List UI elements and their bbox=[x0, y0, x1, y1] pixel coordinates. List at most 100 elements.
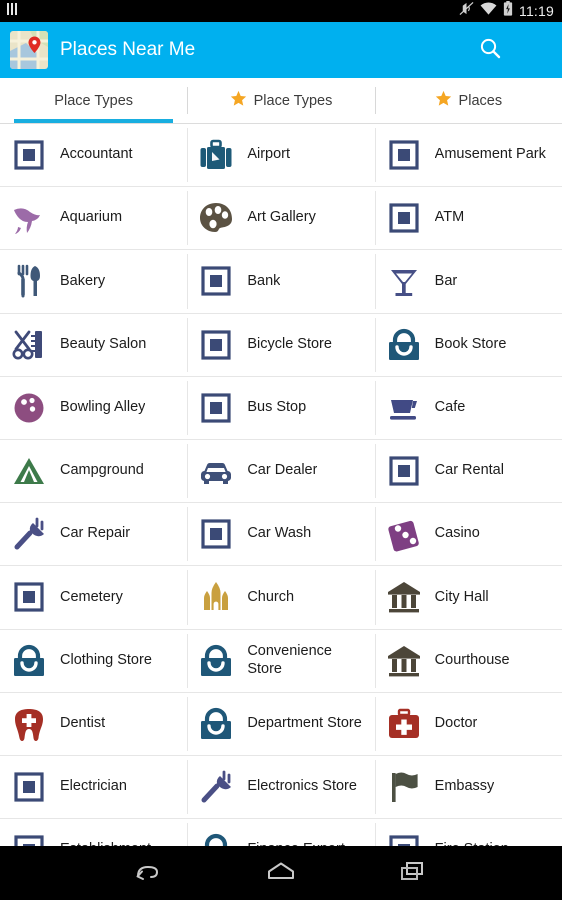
tab-favorite-place-types[interactable]: Place Types bbox=[187, 78, 374, 123]
generic-square-icon bbox=[195, 387, 237, 429]
place-type-cell[interactable]: Bank bbox=[187, 250, 374, 312]
shopping-bag-icon bbox=[383, 324, 425, 366]
place-type-label: Airport bbox=[247, 146, 291, 163]
tab-bar: Place Types Place Types Places bbox=[0, 78, 562, 124]
status-bar-right: 11:19 bbox=[459, 1, 554, 21]
shopping-bag-icon bbox=[195, 703, 237, 745]
place-type-row: Clothing Store Convenience Store Courthous… bbox=[0, 630, 562, 693]
classical-building-icon bbox=[383, 640, 425, 682]
tab-favorite-places[interactable]: Places bbox=[374, 78, 562, 123]
tab-label: Place Types bbox=[253, 92, 333, 109]
back-arrow-icon bbox=[132, 859, 166, 888]
place-type-cell[interactable]: ATM bbox=[374, 187, 562, 249]
place-type-cell[interactable]: Doctor bbox=[374, 693, 562, 755]
search-icon bbox=[478, 36, 502, 65]
place-type-cell[interactable]: Church bbox=[187, 566, 374, 628]
place-type-cell[interactable]: Beauty Salon bbox=[0, 314, 187, 376]
place-type-cell[interactable]: Aquarium bbox=[0, 187, 187, 249]
place-types-grid[interactable]: Accountant Airport Amusement Park Aquarium A… bbox=[0, 124, 562, 846]
place-type-cell[interactable]: Casino bbox=[374, 503, 562, 565]
generic-square-icon bbox=[383, 197, 425, 239]
place-type-label: Bakery bbox=[60, 272, 106, 289]
power-plug-icon bbox=[195, 766, 237, 808]
place-type-row: Electrician Electronics Store Embassy bbox=[0, 756, 562, 820]
place-type-label: Electrician bbox=[60, 778, 127, 795]
tab-label: Places bbox=[458, 92, 503, 109]
place-type-label: Courthouse bbox=[434, 651, 510, 668]
place-type-label: Bus Stop bbox=[247, 399, 307, 415]
place-type-cell[interactable]: Car Dealer bbox=[187, 440, 374, 502]
place-type-label: Car Dealer bbox=[247, 462, 318, 479]
place-type-label: Embassy bbox=[434, 778, 495, 795]
place-type-label: Campground bbox=[60, 462, 144, 479]
page-title: Places Near Me bbox=[60, 39, 196, 60]
star-icon bbox=[230, 90, 247, 111]
palette-icon bbox=[195, 197, 237, 239]
place-type-cell[interactable]: Bar bbox=[374, 250, 562, 312]
place-type-label: Aquarium bbox=[60, 209, 123, 226]
place-type-row: Aquarium Art Gallery ATM bbox=[0, 187, 562, 251]
place-type-label: Book Store bbox=[434, 335, 507, 352]
place-type-row: Bowling Alley Bus Stop Cafe bbox=[0, 377, 562, 440]
place-type-cell[interactable]: Department Store bbox=[187, 693, 374, 755]
place-type-cell[interactable]: Art Gallery bbox=[187, 187, 374, 249]
place-type-cell[interactable]: Fire Station bbox=[374, 819, 562, 846]
back-button[interactable] bbox=[126, 853, 172, 893]
place-type-label: Car Rental bbox=[434, 462, 504, 479]
place-type-label: Dentist bbox=[60, 714, 106, 731]
place-type-cell[interactable]: Cemetery bbox=[0, 566, 187, 628]
church-icon bbox=[195, 576, 237, 618]
generic-square-icon bbox=[195, 260, 237, 302]
status-bar-clock: 11:19 bbox=[519, 3, 554, 19]
app-bar: Places Near Me bbox=[0, 22, 562, 78]
place-type-cell[interactable]: Finance Expert bbox=[187, 819, 374, 846]
place-type-label: Bicycle Store bbox=[247, 335, 332, 352]
place-type-cell[interactable]: Airport bbox=[187, 124, 374, 186]
place-type-label: Casino bbox=[434, 525, 480, 542]
generic-square-icon bbox=[383, 829, 425, 846]
place-type-label: Church bbox=[247, 588, 295, 605]
fork-knife-icon bbox=[8, 260, 50, 302]
place-type-cell[interactable]: Bowling Alley bbox=[0, 377, 187, 439]
place-type-cell[interactable]: Car Rental bbox=[374, 440, 562, 502]
shopping-bag-icon bbox=[8, 640, 50, 682]
place-type-cell[interactable]: Clothing Store bbox=[0, 630, 187, 692]
tab-place-types[interactable]: Place Types bbox=[0, 78, 187, 123]
place-type-cell[interactable]: Accountant bbox=[0, 124, 187, 186]
place-type-cell[interactable]: Book Store bbox=[374, 314, 562, 376]
place-type-cell[interactable]: Establishment bbox=[0, 819, 187, 846]
place-type-label: Cafe bbox=[434, 399, 466, 415]
place-type-cell[interactable]: Courthouse bbox=[374, 630, 562, 692]
place-type-cell[interactable]: Bakery bbox=[0, 250, 187, 312]
recents-button[interactable] bbox=[390, 853, 436, 893]
place-type-cell[interactable]: Dentist bbox=[0, 693, 187, 755]
generic-square-icon bbox=[383, 450, 425, 492]
place-type-label: Convenience Store bbox=[247, 642, 332, 677]
place-type-cell[interactable]: Electronics Store bbox=[187, 756, 374, 818]
place-type-cell[interactable]: Car Wash bbox=[187, 503, 374, 565]
place-type-cell[interactable]: Amusement Park bbox=[374, 124, 562, 186]
place-type-cell[interactable]: City Hall bbox=[374, 566, 562, 628]
place-type-label: Cemetery bbox=[60, 588, 123, 605]
search-button[interactable] bbox=[470, 30, 510, 70]
coffee-cup-icon bbox=[383, 387, 425, 429]
place-type-cell[interactable]: Bus Stop bbox=[187, 377, 374, 439]
generic-square-icon bbox=[8, 576, 50, 618]
place-type-cell[interactable]: Embassy bbox=[374, 756, 562, 818]
shopping-bag-icon bbox=[195, 640, 237, 682]
place-type-cell[interactable]: Electrician bbox=[0, 756, 187, 818]
place-type-row: Beauty Salon Bicycle Store Book Store bbox=[0, 314, 562, 377]
place-type-label: Bank bbox=[247, 272, 281, 289]
place-type-cell[interactable]: Campground bbox=[0, 440, 187, 502]
vibrate-muted-icon bbox=[459, 1, 474, 21]
scissors-comb-icon bbox=[8, 324, 50, 366]
tent-icon bbox=[8, 450, 50, 492]
overflow-menu-button[interactable] bbox=[510, 30, 550, 70]
home-button[interactable] bbox=[258, 853, 304, 893]
place-type-cell[interactable]: Cafe bbox=[374, 377, 562, 439]
place-type-cell[interactable]: Convenience Store bbox=[187, 630, 374, 692]
place-type-cell[interactable]: Bicycle Store bbox=[187, 314, 374, 376]
place-type-row: EstablishmentFinance ExpertFire Station bbox=[0, 819, 562, 846]
place-type-row: Dentist Department Store Doctor bbox=[0, 693, 562, 756]
place-type-cell[interactable]: Car Repair bbox=[0, 503, 187, 565]
